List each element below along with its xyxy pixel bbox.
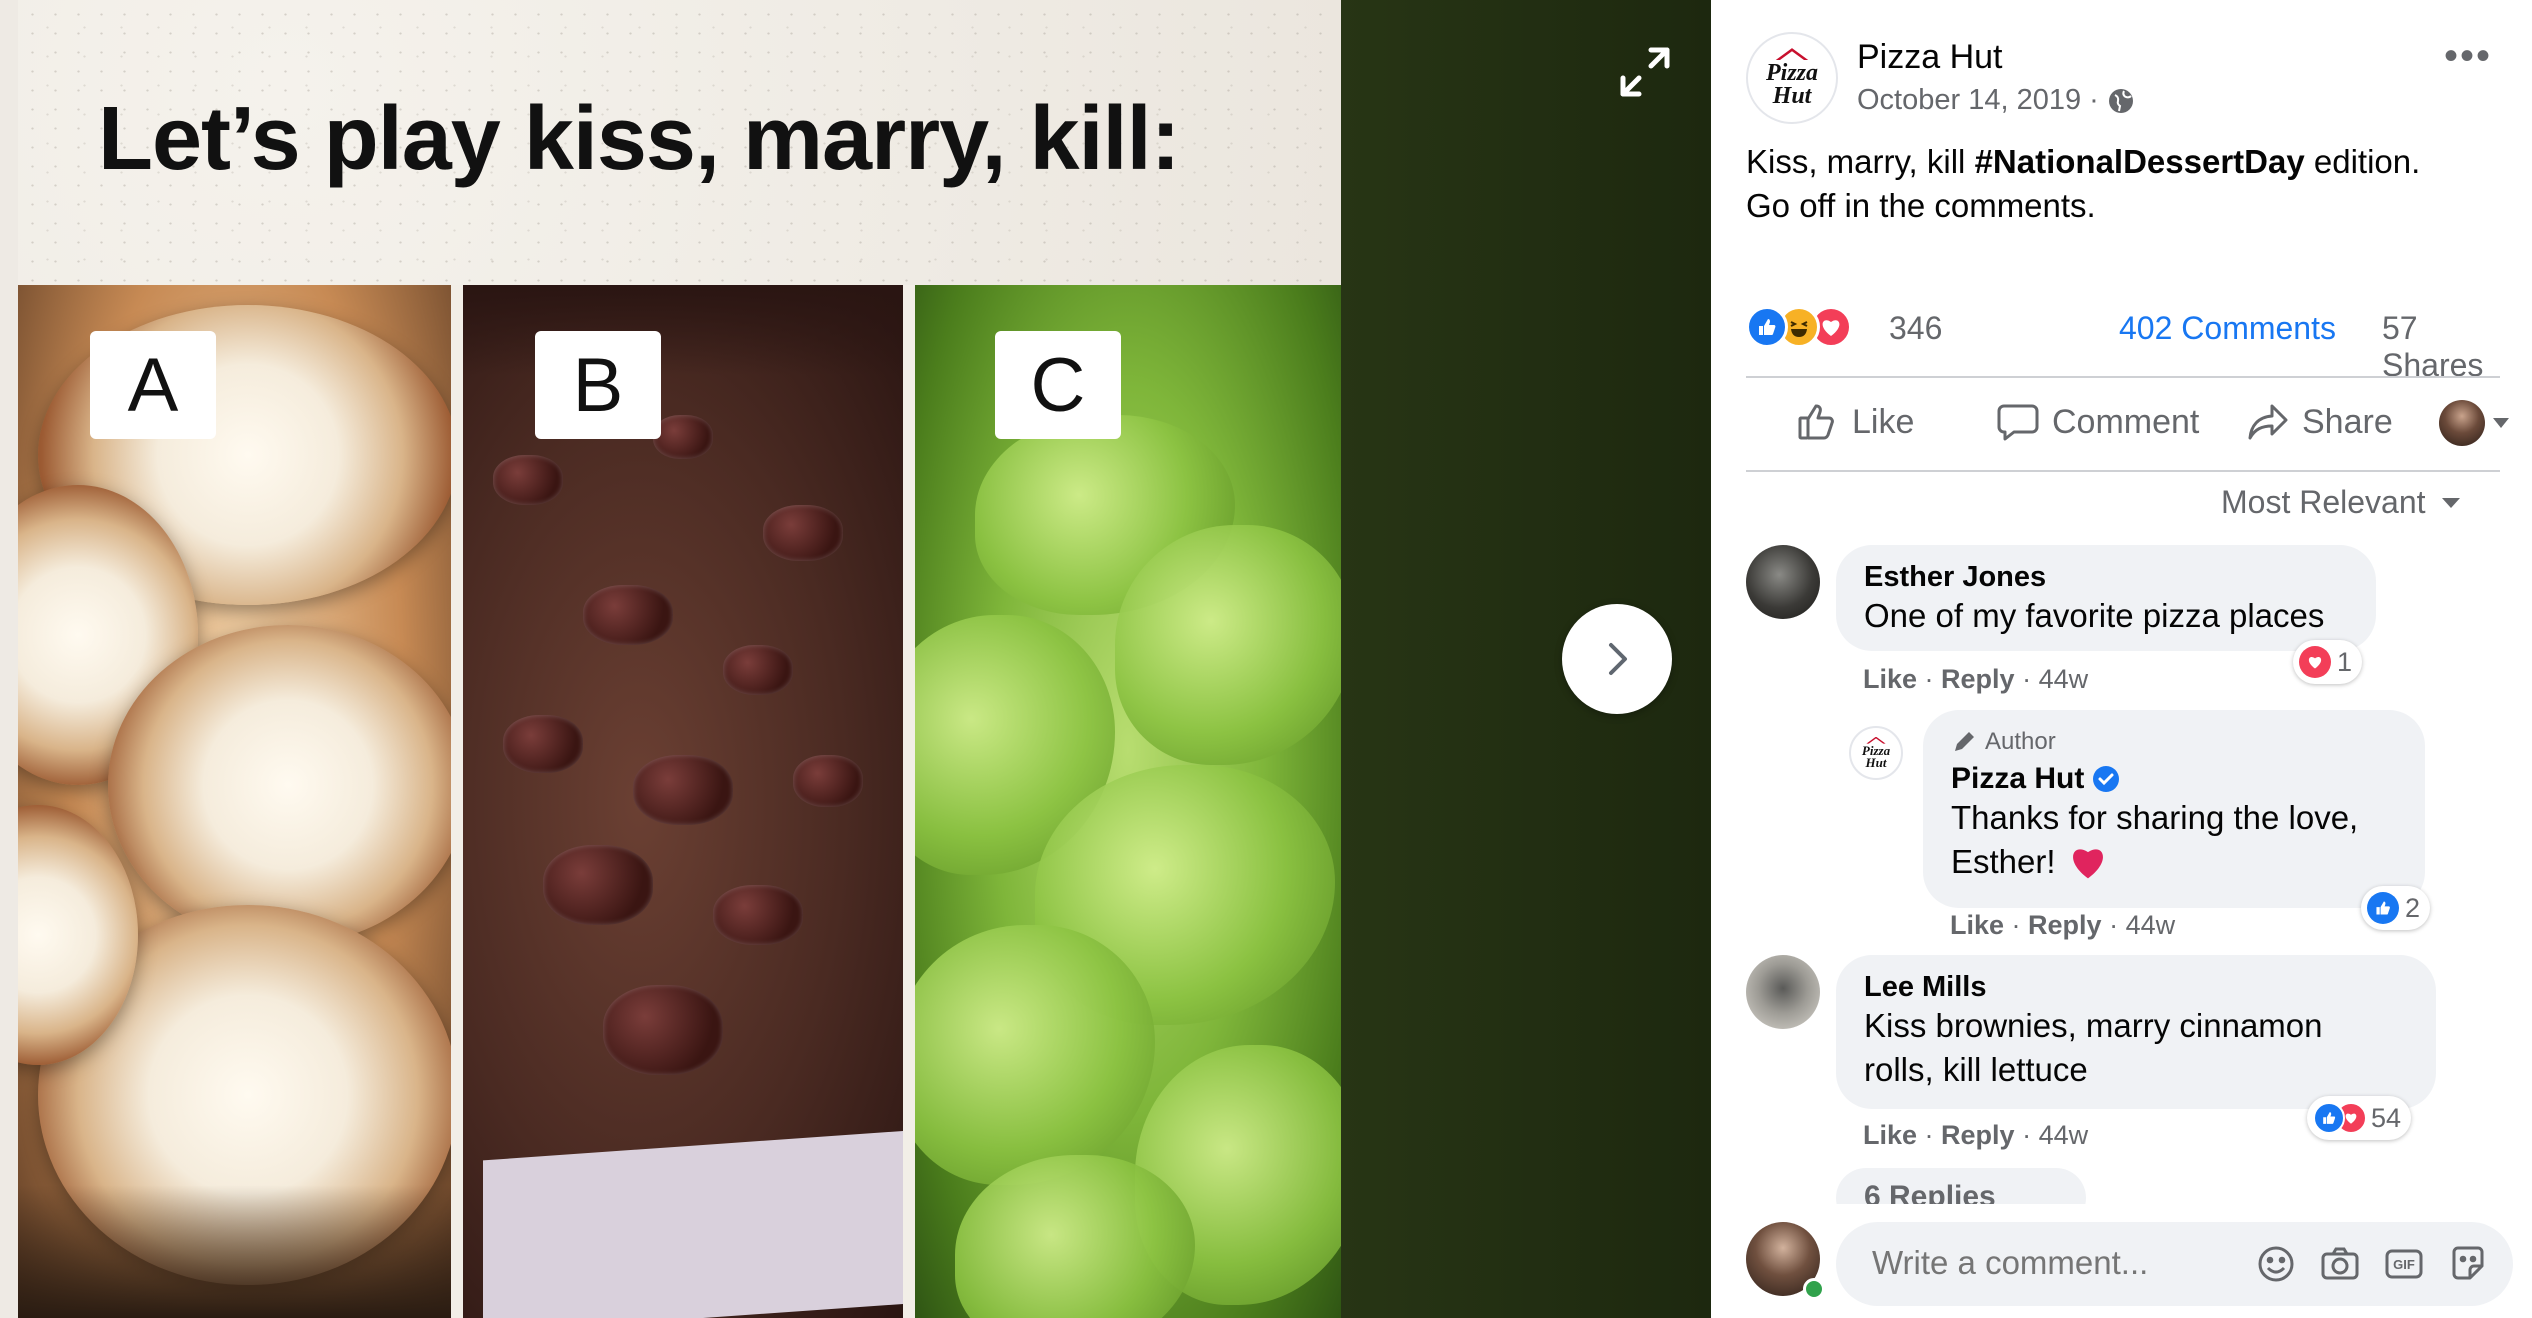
post-timestamp: October 14, 2019 ·: [1857, 84, 2135, 117]
comment-meta: Like · Reply · 44w: [1863, 664, 2089, 694]
page-name[interactable]: Pizza Hut: [1857, 38, 2003, 77]
caret-down-icon: [2493, 418, 2509, 428]
thumbs-up-icon: [1798, 404, 1834, 440]
reply-like-link[interactable]: Like: [1950, 910, 2004, 940]
pizza-hut-logo: Pizza Hut: [1748, 34, 1836, 122]
reaction-count[interactable]: 346: [1889, 310, 1942, 347]
view-replies-link[interactable]: 6 Replies: [1836, 1168, 2086, 1204]
comment-bubble: Lee Mills Kiss brownies, marry cinnamon …: [1836, 955, 2436, 1109]
pencil-icon: [1955, 732, 1974, 751]
next-photo-button[interactable]: [1562, 604, 1672, 714]
current-user-avatar: [2439, 400, 2485, 446]
share-arrow-icon: [2248, 404, 2288, 440]
like-reaction-icon: [2367, 892, 2399, 924]
comment-like-link[interactable]: Like: [1863, 664, 1917, 694]
option-b-label: B: [535, 331, 661, 439]
reply-reply-link[interactable]: Reply: [2028, 910, 2102, 940]
comment-reply-link[interactable]: Reply: [1941, 664, 2015, 694]
viewer-edge: [0, 0, 18, 1318]
divider: [1746, 376, 2500, 378]
comment-text: One of my favorite pizza places: [1864, 597, 2325, 634]
post-sidebar: Pizza Hut Pizza Hut October 14, 2019 · •…: [1711, 0, 2532, 1318]
comment-meta: Like · Reply · 44w: [1863, 1120, 2089, 1150]
comment-input[interactable]: [1872, 1244, 2252, 1282]
sticker-icon[interactable]: [2446, 1242, 2490, 1286]
page-avatar[interactable]: Pizza Hut: [1746, 32, 1838, 124]
hashtag-link[interactable]: #NationalDessertDay: [1975, 143, 2305, 180]
reply-reactions-badge[interactable]: 2: [2361, 886, 2431, 930]
author-badge: Author: [1951, 728, 2397, 756]
post-as-selector[interactable]: [2439, 400, 2511, 446]
option-a-label: A: [90, 331, 216, 439]
comment-text-line2: rolls, kill lettuce: [1864, 1051, 2088, 1088]
more-options-button[interactable]: •••: [2438, 36, 2498, 86]
commenter-name[interactable]: Esther Jones: [1864, 561, 2348, 594]
share-button[interactable]: Share: [2246, 400, 2393, 444]
comment-text-line1: Kiss brownies, marry cinnamon: [1864, 1007, 2323, 1044]
reply-meta: Like · Reply · 44w: [1950, 910, 2176, 940]
option-b-brownies-image: B: [463, 285, 903, 1318]
verified-badge-icon: [2093, 766, 2120, 792]
reply-bubble: Author Pizza Hut Thanks for sharing the …: [1923, 710, 2425, 908]
gif-icon[interactable]: GIF: [2382, 1242, 2426, 1286]
comment-reply-link[interactable]: Reply: [1941, 1120, 2015, 1150]
comment-sort-dropdown[interactable]: Most Relevant: [2221, 484, 2462, 521]
post-photo: Let’s play kiss, marry, kill: A B C: [18, 0, 1341, 1318]
comments-count-link[interactable]: 402 Comments: [2119, 310, 2336, 347]
svg-text:GIF: GIF: [2393, 1257, 2415, 1272]
comment-bubble: Esther Jones One of my favorite pizza pl…: [1836, 545, 2376, 651]
like-button[interactable]: Like: [1796, 400, 1914, 444]
chevron-right-icon: [1609, 643, 1627, 675]
photo-headline: Let’s play kiss, marry, kill:: [98, 89, 1181, 189]
emoji-icon[interactable]: [2254, 1242, 2298, 1286]
commenter-name[interactable]: Lee Mills: [1864, 971, 2408, 1004]
caret-down-icon: [2441, 497, 2460, 508]
comment-bubble-icon: [1997, 404, 2039, 441]
comment-like-link[interactable]: Like: [1863, 1120, 1917, 1150]
shares-count-link[interactable]: 57 Shares: [2382, 310, 2501, 384]
globe-icon: [2108, 88, 2133, 113]
like-reaction-icon: [2313, 1102, 2345, 1134]
post-action-bar: Like Comment Share: [1746, 380, 2509, 470]
comment-reactions-badge[interactable]: 1: [2293, 640, 2363, 684]
reply-text-line1: Thanks for sharing the love,: [1951, 799, 2359, 836]
pizza-hut-logo: Pizza Hut: [1851, 728, 1901, 778]
reply-author-name[interactable]: Pizza Hut: [1951, 762, 2084, 796]
comment-composer[interactable]: GIF: [1836, 1222, 2513, 1306]
camera-icon[interactable]: [2318, 1242, 2362, 1286]
post-date[interactable]: October 14, 2019 ·: [1857, 84, 2099, 117]
online-status-dot: [1803, 1278, 1825, 1300]
commenter-avatar[interactable]: [1746, 545, 1820, 619]
comment-reactions-badge[interactable]: 54: [2307, 1096, 2412, 1140]
divider: [1746, 470, 2500, 472]
reply-text-line2: Esther!: [1951, 843, 2056, 880]
photo-viewer: Let’s play kiss, marry, kill: A B C: [0, 0, 1711, 1318]
post-message: Kiss, marry, kill #NationalDessertDay ed…: [1746, 143, 2421, 224]
comment-button[interactable]: Comment: [1996, 400, 2199, 444]
commenter-avatar[interactable]: [1746, 955, 1820, 1029]
photo-headline-band: Let’s play kiss, marry, kill:: [18, 0, 1341, 285]
love-reaction-icon: [2299, 646, 2331, 678]
option-c-lettuce-image: C: [915, 285, 1341, 1318]
option-a-cinnamon-rolls-image: A: [18, 285, 451, 1318]
reply-avatar[interactable]: Pizza Hut: [1849, 726, 1903, 780]
option-c-label: C: [995, 331, 1121, 439]
reactions-summary: 346 402 Comments 57 Shares: [1746, 302, 2501, 383]
like-reaction-icon[interactable]: [1746, 306, 1788, 348]
red-heart-emoji-icon: [2072, 849, 2103, 879]
expand-fullscreen-icon[interactable]: [1615, 42, 1675, 102]
